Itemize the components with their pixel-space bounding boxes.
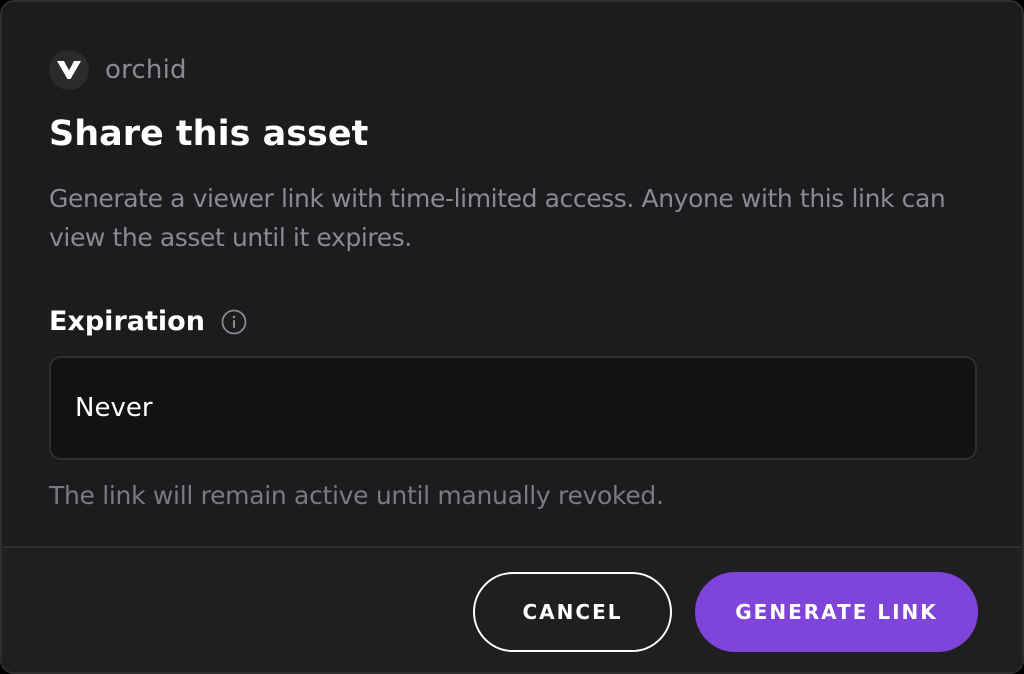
dialog-description: Generate a viewer link with time-limited…	[49, 184, 946, 252]
expiration-select[interactable]: Never	[49, 356, 977, 460]
brand-name: orchid	[105, 55, 187, 85]
info-icon[interactable]	[221, 309, 247, 335]
expiration-selected-value: Never	[75, 393, 153, 423]
expiration-label: Expiration	[49, 306, 205, 337]
cancel-button[interactable]: CANCEL	[473, 572, 672, 652]
dialog-title: Share this asset	[49, 114, 369, 154]
generate-link-button[interactable]: GENERATE LINK	[695, 572, 978, 652]
orchid-logo-icon	[49, 50, 89, 90]
expiration-label-row: Expiration	[49, 302, 247, 342]
expiration-helper-text: The link will remain active until manual…	[49, 481, 664, 510]
brand: orchid	[49, 50, 187, 90]
share-dialog: orchid Share this asset Generate a viewe…	[0, 0, 1024, 674]
